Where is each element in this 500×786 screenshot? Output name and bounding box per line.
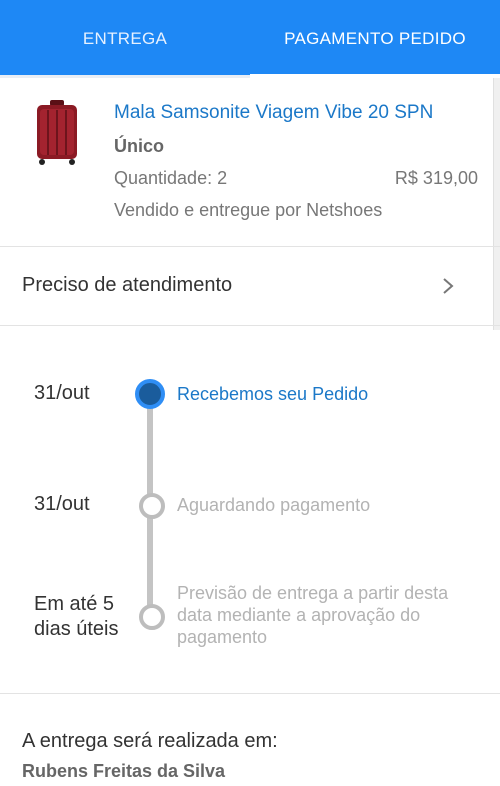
product-name[interactable]: Mala Samsonite Viagem Vibe 20 SPN [114,102,433,124]
timeline-node [139,493,165,519]
delivery-section: A entrega será realizada em: Rubens Frei… [0,693,500,786]
suitcase-image [37,100,77,165]
tab-pagamento-pedido[interactable]: PAGAMENTO PEDIDO [250,0,500,78]
timeline-date-1: 31/out [34,382,90,404]
timeline-date-3: Em até 5 dias úteis [34,593,119,640]
support-row[interactable]: Preciso de atendimento [0,247,500,326]
timeline-node-active [135,379,165,409]
product-variant: Único [114,136,165,156]
chevron-right-icon [443,278,454,294]
product-price: R$ 319,00 [394,168,478,188]
timeline-status-2: Aguardando pagamento [177,495,371,515]
timeline-status-1: Recebemos seu Pedido [177,384,369,404]
timeline-node [139,604,165,630]
product-quantity: Quantidade: 2 [114,168,228,188]
order-timeline: 31/out Recebemos seu Pedido 31/out Aguar… [0,326,500,693]
tab-bar: ENTREGA PAGAMENTO PEDIDO [0,0,500,78]
delivery-recipient: Rubens Freitas da Silva [22,761,226,781]
timeline-status-3: Previsão de entrega a partir desta data … [177,583,449,647]
timeline-date-2: 31/out [34,493,90,515]
support-label: Preciso de atendimento [22,274,233,296]
delivery-label: A entrega será realizada em: [22,730,278,752]
tab-entrega[interactable]: ENTREGA [0,0,250,78]
product-seller: Vendido e entregue por Netshoes [114,200,383,220]
product-card[interactable]: Mala Samsonite Viagem Vibe 20 SPN Único … [0,78,500,247]
